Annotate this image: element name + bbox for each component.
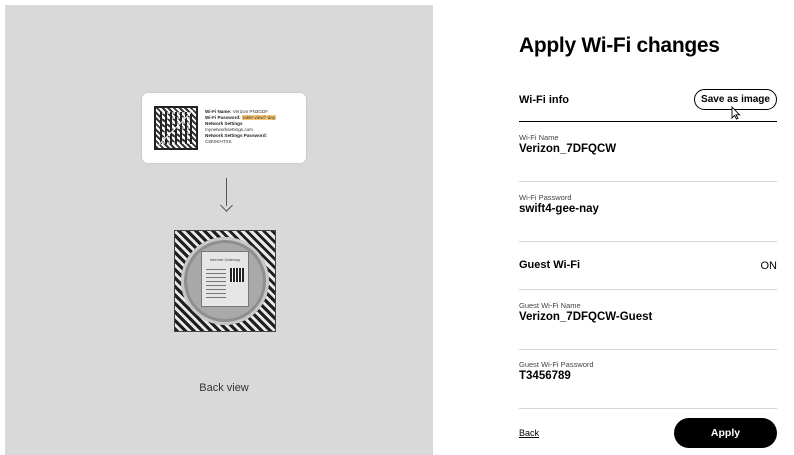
guest-wifi-name-label: Guest Wi-Fi Name bbox=[519, 301, 581, 310]
back-link[interactable]: Back bbox=[519, 428, 539, 438]
illustration-pane: Wi-Fi Name: Verizon PN3GDF Wi-Fi Passwor… bbox=[5, 5, 433, 455]
router-title: Internet Gateway bbox=[209, 257, 241, 262]
guest-wifi-name-value: Verizon_7DFQCW-Guest bbox=[519, 311, 653, 323]
wifi-password-label: Wi-Fi Password bbox=[519, 193, 572, 202]
router-back-image: Internet Gateway bbox=[174, 230, 276, 332]
router-dial: Internet Gateway bbox=[181, 237, 269, 325]
divider bbox=[519, 349, 777, 350]
divider bbox=[519, 289, 777, 290]
label-card-text: Wi-Fi Name: Verizon PN3GDF Wi-Fi Passwor… bbox=[205, 109, 305, 145]
wifi-name-value: Verizon_7DFQCW bbox=[519, 143, 617, 155]
divider bbox=[519, 408, 777, 409]
wifi-password-value: swift4-gee-nay bbox=[519, 203, 599, 215]
router-label-plate: Internet Gateway bbox=[201, 251, 249, 307]
label-wifi-name-key: Wi-Fi Name: bbox=[205, 109, 232, 114]
wifi-info-heading: Wi-Fi info bbox=[519, 94, 569, 106]
apply-button[interactable]: Apply bbox=[674, 418, 777, 448]
router-qr-icon bbox=[230, 268, 244, 282]
label-network-settings-key: Network Settings bbox=[205, 121, 243, 126]
guest-wifi-status: ON bbox=[760, 260, 778, 272]
label-wifi-password-val: table-view7-day bbox=[241, 115, 277, 120]
page-title: Apply Wi-Fi changes bbox=[519, 34, 720, 57]
label-wifi-password-key: Wi-Fi Password: bbox=[205, 115, 241, 120]
label-wifi-name-val: Verizon PN3GDF bbox=[232, 109, 269, 114]
back-view-caption: Back view bbox=[199, 382, 249, 394]
wifi-label-card: Wi-Fi Name: Verizon PN3GDF Wi-Fi Passwor… bbox=[142, 93, 306, 163]
router-text-lines bbox=[206, 268, 226, 298]
settings-panel: Apply Wi-Fi changes Wi-Fi info Save as i… bbox=[433, 0, 794, 455]
guest-wifi-password-label: Guest Wi-Fi Password bbox=[519, 360, 594, 369]
mouse-cursor-icon bbox=[731, 106, 741, 120]
label-network-password-val: C8K0KHTXK bbox=[205, 139, 232, 144]
section-divider bbox=[519, 121, 777, 122]
divider bbox=[519, 241, 777, 242]
down-arrow-head bbox=[220, 199, 233, 212]
guest-wifi-password-value: T3456789 bbox=[519, 370, 571, 382]
guest-wifi-heading: Guest Wi-Fi bbox=[519, 259, 581, 271]
wifi-name-label: Wi-Fi Name bbox=[519, 133, 559, 142]
label-network-password-key: Network Settings Password: bbox=[205, 133, 268, 138]
divider bbox=[519, 181, 777, 182]
